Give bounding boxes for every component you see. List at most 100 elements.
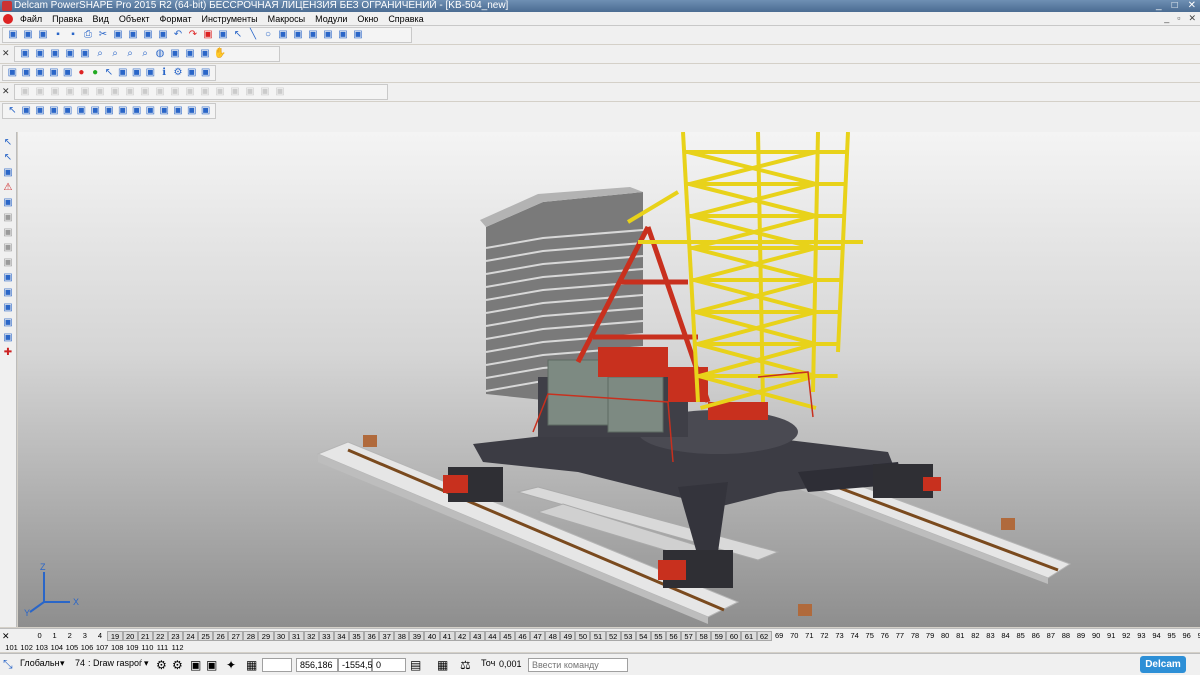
zoom-window-icon[interactable]: ⌕ xyxy=(123,47,137,61)
level-button[interactable]: 52 xyxy=(605,631,621,641)
solid-edit-icon[interactable]: ▣ xyxy=(199,66,212,80)
measure-icon[interactable]: ⚖ xyxy=(460,658,471,672)
level-icon[interactable]: ▣ xyxy=(6,66,19,80)
menu-edit[interactable]: Правка xyxy=(48,14,86,24)
gear-icon[interactable]: ⚙ xyxy=(172,66,185,80)
workplane-dropdown-icon[interactable]: ▾ xyxy=(60,658,65,669)
circle-icon[interactable]: ○ xyxy=(261,28,275,42)
select-icon[interactable]: ↖ xyxy=(231,28,245,42)
block-icon[interactable]: ▣ xyxy=(18,85,32,99)
toolbar-close-icon[interactable]: ✕ xyxy=(2,86,11,96)
cube-icon[interactable]: ▣ xyxy=(47,104,60,118)
level-button[interactable]: 76 xyxy=(877,631,892,641)
menu-file[interactable]: Файл xyxy=(16,14,46,24)
wrench-icon[interactable]: ▣ xyxy=(185,66,198,80)
solid-icon[interactable]: ▣ xyxy=(321,28,335,42)
curve-icon[interactable]: ▣ xyxy=(276,28,290,42)
level-button[interactable]: 45 xyxy=(499,631,515,641)
cube-icon[interactable]: ▣ xyxy=(34,104,47,118)
level-button[interactable]: 71 xyxy=(802,631,817,641)
level-button[interactable]: 108 xyxy=(110,643,125,653)
paste-icon[interactable]: ▣ xyxy=(126,28,140,42)
level-button[interactable]: 25 xyxy=(198,631,214,641)
graphics-viewport[interactable]: Z X Y xyxy=(18,132,1200,627)
block-icon[interactable]: ▣ xyxy=(63,85,77,99)
red-sphere-icon[interactable]: ● xyxy=(75,66,88,80)
level-button[interactable]: 0 xyxy=(32,631,47,641)
block-icon[interactable]: ▣ xyxy=(258,85,272,99)
level-button[interactable]: 47 xyxy=(530,631,546,641)
snap-icon[interactable]: ✦ xyxy=(226,658,236,672)
shade-icon[interactable]: ▣ xyxy=(168,47,182,61)
level-button[interactable]: 55 xyxy=(650,631,666,641)
open-folder-icon[interactable]: ▣ xyxy=(36,28,50,42)
cube-icon[interactable]: ▣ xyxy=(1,331,15,344)
shape-icon[interactable]: ▣ xyxy=(1,271,15,284)
info-icon[interactable]: ℹ xyxy=(158,66,171,80)
view-top-icon[interactable]: ▣ xyxy=(18,47,32,61)
level-button[interactable]: 20 xyxy=(122,631,138,641)
maximize-button[interactable]: □ xyxy=(1172,0,1178,12)
xy-icon[interactable]: ▣ xyxy=(20,104,33,118)
cube-icon[interactable]: ▣ xyxy=(190,658,201,672)
level-button[interactable]: 40 xyxy=(424,631,440,641)
redo-icon[interactable]: ↷ xyxy=(186,28,200,42)
hammer-icon[interactable]: ▣ xyxy=(351,28,365,42)
level-button[interactable]: 23 xyxy=(167,631,183,641)
level-button[interactable]: 111 xyxy=(155,643,170,653)
workplane-icon[interactable]: ⤡ xyxy=(3,657,13,672)
level-button[interactable]: 78 xyxy=(907,631,922,641)
block-icon[interactable]: ▣ xyxy=(213,85,227,99)
document-icon[interactable] xyxy=(3,14,13,24)
level-button[interactable]: 93 xyxy=(1134,631,1149,641)
level-button[interactable]: 30 xyxy=(273,631,289,641)
tolerance-field[interactable]: 0,001 xyxy=(496,658,522,672)
level-button[interactable]: 22 xyxy=(152,631,168,641)
level-button[interactable]: 41 xyxy=(439,631,455,641)
minimize-button[interactable]: _ xyxy=(1156,0,1162,12)
hand-icon[interactable]: ✋ xyxy=(213,47,227,61)
level-button[interactable]: 72 xyxy=(817,631,832,641)
cube-icon[interactable]: ▣ xyxy=(185,104,198,118)
cube-icon[interactable]: ▣ xyxy=(89,104,102,118)
view-iso1-icon[interactable]: ▣ xyxy=(63,47,77,61)
copy-icon[interactable]: ▣ xyxy=(111,28,125,42)
cube-icon[interactable]: ▣ xyxy=(103,104,116,118)
level-button[interactable]: 61 xyxy=(741,631,757,641)
level-button[interactable]: 31 xyxy=(288,631,304,641)
block-icon[interactable]: ▣ xyxy=(138,85,152,99)
menu-view[interactable]: Вид xyxy=(89,14,113,24)
level-button[interactable]: 44 xyxy=(484,631,500,641)
redraw-icon[interactable]: ▣ xyxy=(201,28,215,42)
level-button[interactable]: 1 xyxy=(47,631,62,641)
level-button[interactable]: 84 xyxy=(998,631,1013,641)
level-button[interactable]: 107 xyxy=(95,643,110,653)
point-icon[interactable]: ▣ xyxy=(1,166,15,179)
undo-icon[interactable]: ↶ xyxy=(171,28,185,42)
cubes-icon[interactable]: ▣ xyxy=(1,301,15,314)
triangle-icon[interactable]: ▣ xyxy=(116,66,129,80)
first-aid-icon[interactable]: ✚ xyxy=(1,346,15,359)
workplane-icon[interactable]: ▣ xyxy=(20,66,33,80)
block-icon[interactable]: ▣ xyxy=(228,85,242,99)
level-button[interactable]: 54 xyxy=(635,631,651,641)
block-icon[interactable]: ▣ xyxy=(198,85,212,99)
block-icon[interactable]: ▣ xyxy=(183,85,197,99)
level-button[interactable]: 75 xyxy=(862,631,877,641)
curve-icon[interactable]: ▣ xyxy=(1,196,15,209)
level-button[interactable]: 39 xyxy=(409,631,425,641)
lights-icon[interactable]: ▣ xyxy=(198,47,212,61)
view-iso2-icon[interactable]: ▣ xyxy=(78,47,92,61)
block-icon[interactable]: ▣ xyxy=(123,85,137,99)
cube-icon[interactable]: ▣ xyxy=(75,104,88,118)
coord-x-field[interactable]: 856,186 xyxy=(296,658,338,672)
close-button[interactable]: ✕ xyxy=(1188,0,1196,12)
level-button[interactable]: 43 xyxy=(469,631,485,641)
zoom-out-icon[interactable]: ⌕ xyxy=(108,47,122,61)
coord-z-field[interactable]: 0 xyxy=(372,658,406,672)
level-button[interactable]: 110 xyxy=(140,643,155,653)
level-button[interactable]: 62 xyxy=(756,631,772,641)
menu-macros[interactable]: Макросы xyxy=(264,14,310,24)
level-button[interactable]: 28 xyxy=(243,631,259,641)
level-button[interactable]: 2 xyxy=(62,631,77,641)
